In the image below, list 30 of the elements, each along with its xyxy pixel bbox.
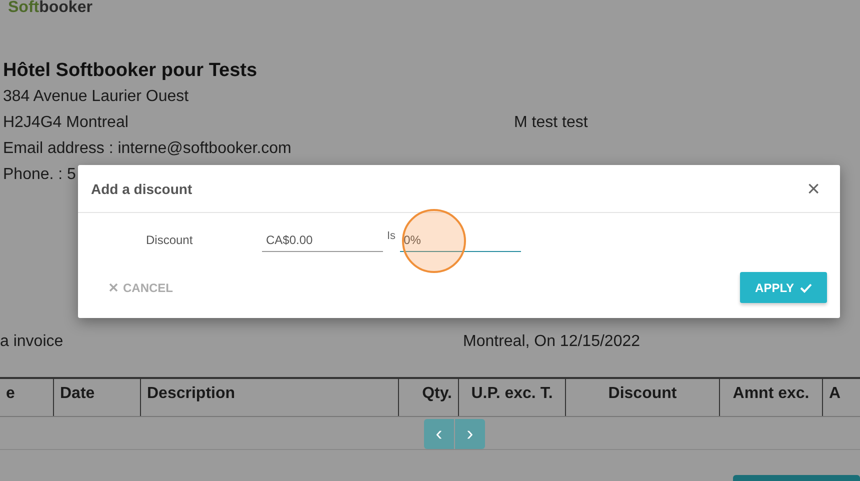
column-header: A [822,379,860,416]
column-header: U.P. exc. T. [458,379,565,416]
apply-button[interactable]: APPLY [740,272,827,303]
check-icon [800,282,812,292]
column-header: e [5,384,16,404]
is-label: Is [387,230,396,242]
amount-field[interactable]: CA$0.00 [262,233,383,252]
column-header: Discount [565,379,719,416]
discount-label: Discount [146,233,194,249]
address-line: Email address : interne@softbooker.com [3,139,292,159]
click-marker [401,208,467,274]
column-header: Description [140,379,398,416]
column-header: Date [53,379,140,416]
cancel-button[interactable]: CANCEL [103,280,179,296]
client-name: M test test [514,113,588,133]
place-date: Montreal, On 12/15/2022 [463,333,640,351]
logo-text: Softbooker [8,0,92,16]
address-line: Phone. : 5 [3,165,77,185]
percent-field[interactable]: 0% [400,233,521,252]
hotel-name: Hôtel Softbooker pour Tests [3,59,258,83]
next-page-button[interactable]: › [455,419,485,449]
dialog-title: Add a discount [91,180,192,196]
close-button[interactable]: × [807,178,820,198]
column-header: Amnt exc. [719,379,822,416]
invoice-title: a invoice [0,333,64,351]
column-header: Qty. [398,379,458,416]
close-icon [109,283,118,292]
address-line: 384 Avenue Laurier Ouest [3,87,190,107]
previous-page-button[interactable]: ‹ [424,419,454,449]
address-line: H2J4G4 Montreal [3,113,130,133]
